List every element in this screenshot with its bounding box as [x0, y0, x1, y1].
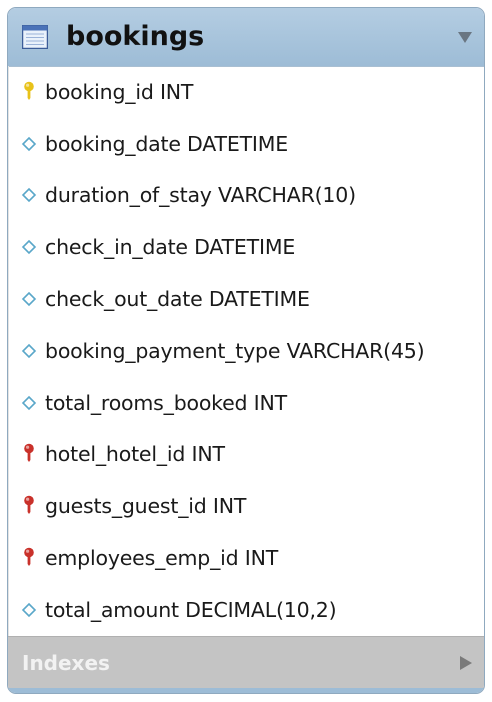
table-header[interactable]: bookings — [8, 8, 484, 67]
column-label: total_rooms_booked INT — [45, 390, 287, 415]
column-label: booking_payment_type VARCHAR(45) — [45, 338, 425, 363]
column-icon-slot — [9, 291, 45, 307]
column-icon-slot — [9, 395, 45, 411]
indexes-label: Indexes — [22, 651, 110, 675]
column-row[interactable]: hotel_hotel_id INT — [9, 429, 484, 481]
column-row[interactable]: booking_payment_type VARCHAR(45) — [9, 325, 484, 377]
foreign-key-icon — [24, 495, 34, 515]
column-list: booking_id INT booking_date DATETIME durat… — [8, 66, 484, 636]
column-diamond-icon — [21, 136, 37, 151]
column-label: check_out_date DATETIME — [45, 287, 310, 312]
column-row[interactable]: check_out_date DATETIME — [9, 273, 484, 325]
column-row[interactable]: duration_of_stay VARCHAR(10) — [9, 170, 484, 222]
column-icon-slot — [9, 239, 45, 255]
column-label: employees_emp_id INT — [45, 546, 279, 571]
expand-arrow-icon[interactable] — [460, 656, 472, 670]
column-row[interactable]: booking_date DATETIME — [9, 118, 484, 170]
column-icon-slot — [9, 547, 45, 569]
column-icon-slot — [9, 602, 45, 618]
column-label: duration_of_stay VARCHAR(10) — [45, 183, 356, 208]
column-row[interactable]: guests_guest_id INT — [9, 480, 484, 532]
column-diamond-icon — [21, 291, 37, 307]
column-diamond-icon — [21, 343, 37, 359]
column-icon-slot — [9, 187, 45, 203]
column-diamond-icon — [21, 395, 37, 410]
column-label: booking_date DATETIME — [45, 131, 289, 156]
column-icon-slot — [9, 343, 45, 359]
column-row[interactable]: check_in_date DATETIME — [9, 221, 484, 273]
column-row[interactable]: employees_emp_id INT — [9, 532, 484, 584]
column-icon-slot — [9, 495, 45, 517]
column-icon-slot — [9, 443, 45, 465]
column-icon-slot — [9, 136, 45, 152]
column-label: check_in_date DATETIME — [45, 235, 296, 260]
table-title: bookings — [66, 21, 205, 52]
primary-key-icon — [24, 81, 34, 100]
foreign-key-icon — [24, 444, 34, 463]
column-row[interactable]: booking_id INT — [9, 66, 484, 118]
column-label: guests_guest_id INT — [45, 494, 247, 519]
table-icon — [22, 25, 48, 49]
column-diamond-icon — [21, 188, 37, 203]
column-icon-slot — [9, 81, 45, 103]
column-label: total_amount DECIMAL(10,2) — [45, 597, 337, 622]
column-row[interactable]: total_amount DECIMAL(10,2) — [9, 584, 484, 636]
indexes-section[interactable]: Indexes — [8, 636, 484, 689]
column-diamond-icon — [21, 602, 37, 617]
table-footer — [8, 688, 484, 693]
foreign-key-icon — [24, 547, 34, 567]
collapse-arrow-icon[interactable] — [458, 32, 472, 43]
column-label: hotel_hotel_id INT — [45, 442, 225, 467]
column-row[interactable]: total_rooms_booked INT — [9, 377, 484, 429]
table-card-bookings[interactable]: bookings booking_id INT booking_date DATE… — [7, 7, 485, 694]
column-diamond-icon — [21, 240, 37, 255]
column-label: booking_id INT — [45, 79, 194, 104]
